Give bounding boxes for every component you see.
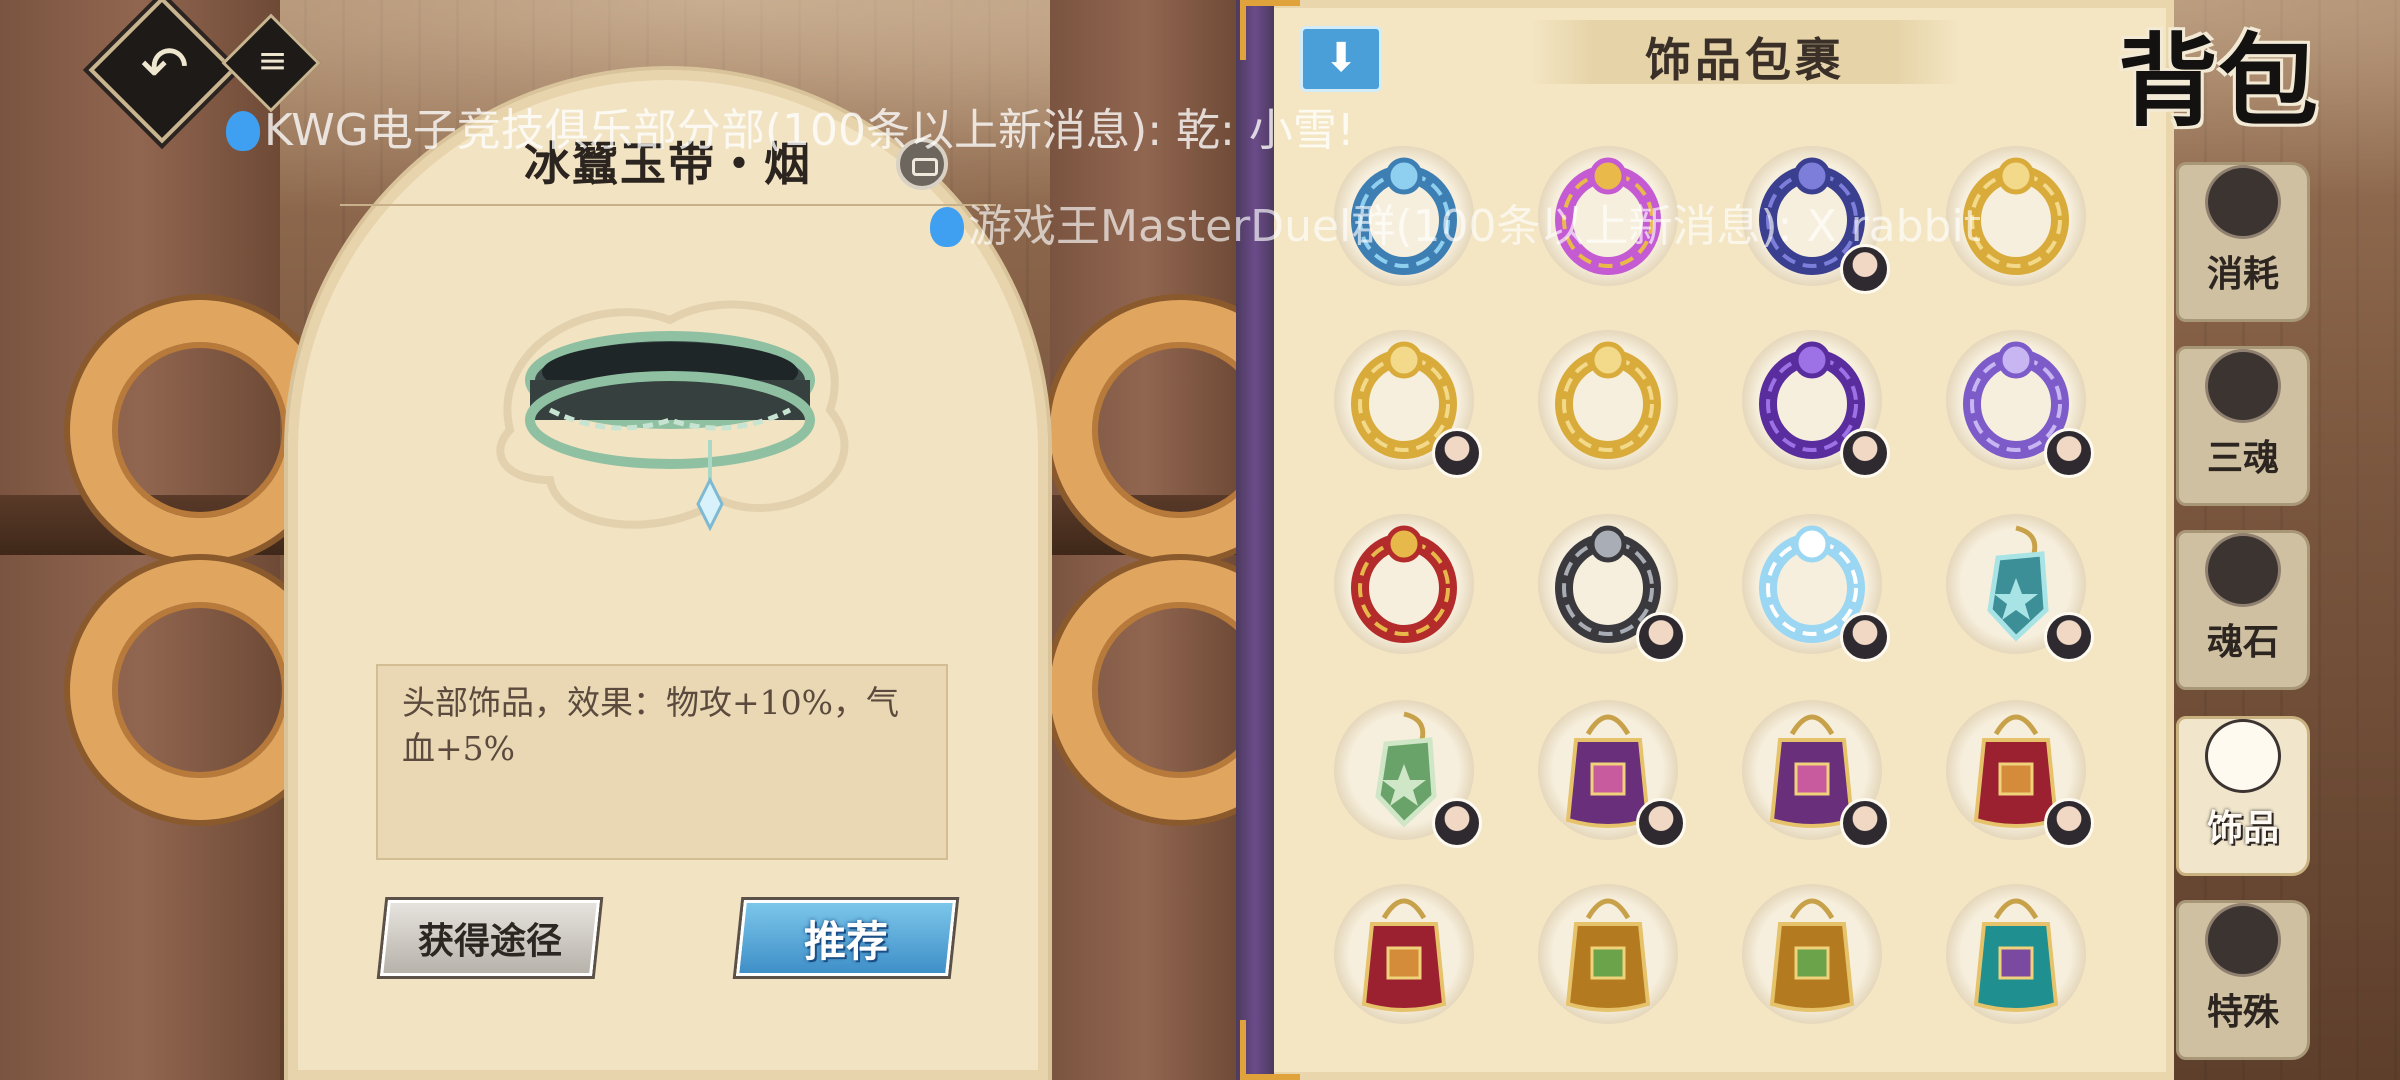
notification[interactable]: KWG电子竞技俱乐部分部(100条以上新消息): 乾: 小雪! (226, 94, 1354, 158)
acquisition-source-label: 获得途径 (417, 920, 562, 962)
tab-label: 魂石 (2206, 621, 2279, 663)
item-description: 头部饰品，效果：物攻+10%，气血+5% (376, 664, 948, 860)
consumable-icon (2205, 165, 2281, 239)
inventory-slot[interactable] (1538, 514, 1686, 662)
inventory-slot[interactable] (1334, 884, 1474, 1024)
notification[interactable]: 游戏王MasterDuel群(100条以上新消息): X rabbit (930, 190, 1981, 254)
tab-special[interactable]: 特殊 (2176, 900, 2310, 1060)
inventory-slot[interactable] (1538, 330, 1678, 470)
tab-label: 特殊 (2206, 991, 2279, 1033)
jade-belt-item-image (496, 300, 849, 532)
inventory-slot[interactable] (1742, 330, 1890, 478)
teal-pouch-icon (1973, 898, 2059, 1012)
qq-icon (930, 207, 964, 247)
tab-label: 饰品 (2206, 807, 2279, 849)
equipped-character-avatar (1840, 428, 1890, 478)
inventory-slot[interactable] (1742, 700, 1890, 848)
corner-ornament (1240, 0, 1300, 60)
inventory-slot[interactable] (1538, 884, 1678, 1024)
tab-consumable[interactable]: 消耗 (2176, 162, 2310, 322)
inventory-slot[interactable] (1538, 700, 1686, 848)
belt-ring (525, 331, 815, 532)
inventory-slot[interactable] (1946, 700, 2094, 848)
corner-ornament (1240, 1020, 1300, 1080)
inventory-slot[interactable] (1946, 884, 2086, 1024)
recommend-button[interactable]: 推荐 (736, 900, 956, 976)
down-arrow-icon: ⬇ (1324, 35, 1358, 81)
inventory-slot[interactable] (1334, 514, 1474, 654)
equipped-character-avatar (2044, 428, 2094, 478)
soul-stone-icon (2205, 533, 2281, 607)
equipped-character-avatar (1636, 798, 1686, 848)
tab-soul-stone[interactable]: 魂石 (2176, 530, 2310, 690)
accessory-icon (2205, 719, 2281, 793)
equipped-character-avatar (1432, 428, 1482, 478)
tab-three-souls[interactable]: 三魂 (2176, 346, 2310, 506)
back-arrow-icon: ↶ (140, 33, 190, 102)
inventory-edge-bar (1236, 0, 1274, 1080)
equipped-character-avatar (2044, 612, 2094, 662)
special-icon (2205, 903, 2281, 977)
tab-label: 三魂 (2206, 437, 2279, 479)
sort-button[interactable]: ⬇ (1300, 26, 1382, 92)
inventory-slot[interactable] (1742, 884, 1882, 1024)
title-divider (340, 204, 996, 206)
equipped-character-avatar (1840, 612, 1890, 662)
equipped-character-avatar (2044, 798, 2094, 848)
inventory-title: 饰品包裹 (1645, 33, 1845, 87)
equipped-character-avatar (1636, 612, 1686, 662)
equipped-character-avatar (1432, 798, 1482, 848)
tab-label: 消耗 (2206, 253, 2279, 295)
gold-pouch-icon (1769, 898, 1855, 1012)
qq-icon (226, 111, 260, 151)
menu-icon: ≡ (257, 40, 288, 82)
bag-title: 背包 (2118, 22, 2318, 140)
dragon-red-ring-icon (1351, 525, 1457, 643)
inventory-slot[interactable] (1946, 330, 2094, 478)
recommend-label: 推荐 (803, 916, 888, 966)
inventory-slot[interactable] (1334, 330, 1482, 478)
acquisition-source-button[interactable]: 获得途径 (380, 900, 600, 976)
equipped-character-avatar (1840, 798, 1890, 848)
notification-text: KWG电子竞技俱乐部分部(100条以上新消息): 乾: 小雪! (264, 105, 1355, 156)
three-souls-icon (2205, 349, 2281, 423)
gold-ornate-ring-icon (1555, 341, 1661, 459)
inventory-slot[interactable] (1946, 514, 2094, 662)
gold-pouch-icon (1565, 898, 1651, 1012)
notification-text: 游戏王MasterDuel群(100条以上新消息): X rabbit (968, 201, 1981, 252)
inventory-slot[interactable] (1742, 514, 1890, 662)
red-pouch-icon (1361, 898, 1447, 1012)
inventory-slot[interactable] (1334, 700, 1482, 848)
tab-accessory[interactable]: 饰品 (2176, 716, 2310, 876)
